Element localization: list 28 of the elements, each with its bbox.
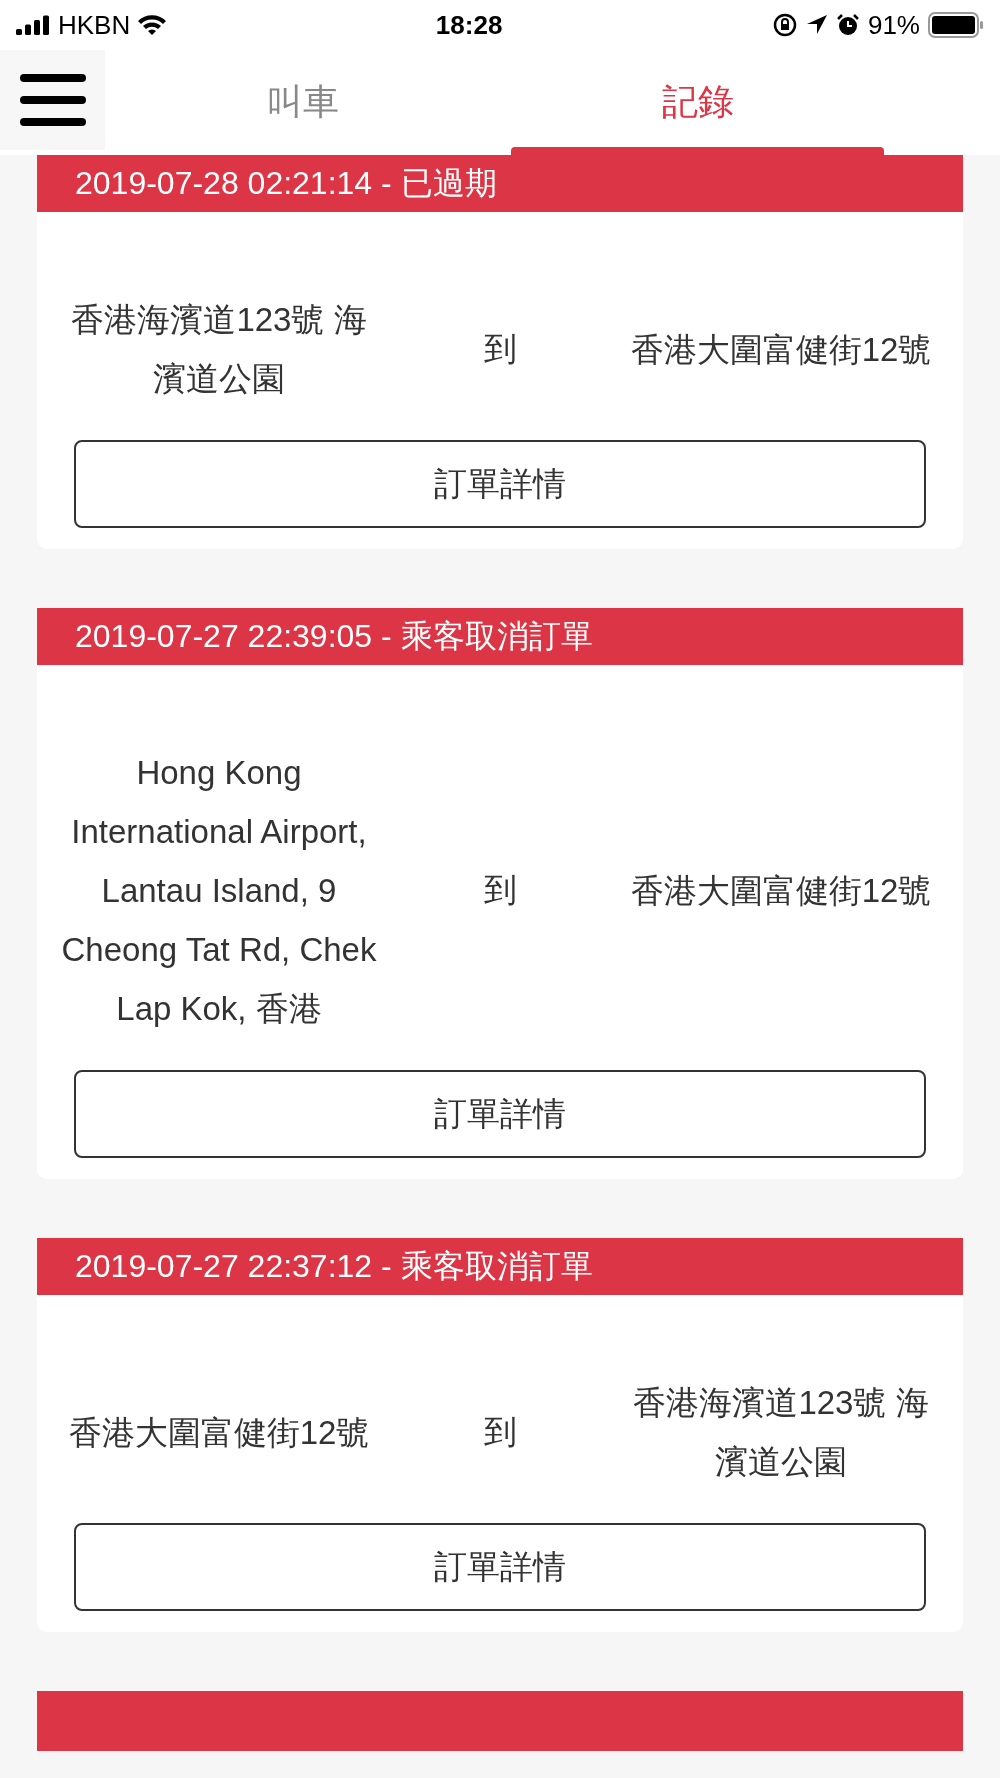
menu-icon [19, 74, 86, 126]
dropoff-address: 香港大圍富健街12號 [629, 329, 933, 370]
clock-time: 18:28 [435, 9, 503, 41]
order-details-button[interactable]: 訂單詳情 [74, 1523, 926, 1611]
order-details-button[interactable]: 訂單詳情 [74, 1070, 926, 1158]
alarm-icon [835, 13, 860, 37]
order-header: 2019-07-28 02:21:14 - 已過期 [37, 155, 963, 212]
dropoff-address: 香港大圍富健街12號 [629, 871, 933, 911]
tab[interactable]: 叫車 [105, 50, 500, 155]
pickup-address: 香港海濱道123號 海濱道公園 [70, 300, 368, 399]
pickup-address: 香港大圍富健街12號 [67, 1412, 371, 1453]
carrier-name: HKBN [58, 9, 131, 41]
location-arrow-icon [805, 14, 828, 36]
route-connector: 到 [482, 328, 518, 369]
signal-icon [16, 15, 50, 35]
pickup-address: Hong Kong International Airport, Lantau Island, 9 Cheong Tat Rd, Chek Lap Kok, 香港 [60, 753, 378, 1029]
battery-icon [928, 12, 984, 38]
battery-percentage: 91% [867, 9, 920, 41]
order-header: 2019-07-27 22:39:05 - 乘客取消訂單 [37, 608, 963, 665]
order-header: 2019-07-27 22:37:12 - 乘客取消訂單 [37, 1238, 963, 1295]
wifi-icon [138, 15, 167, 35]
tab[interactable]: 記錄 [500, 50, 895, 155]
menu-button[interactable] [0, 50, 105, 150]
order-details-button[interactable]: 訂單詳情 [74, 440, 926, 528]
dropoff-address: 香港海濱道123號 海濱道公園 [632, 1383, 930, 1482]
rotation-lock-icon [771, 12, 798, 38]
route-connector: 到 [482, 870, 518, 910]
route-connector: 到 [482, 1411, 518, 1452]
